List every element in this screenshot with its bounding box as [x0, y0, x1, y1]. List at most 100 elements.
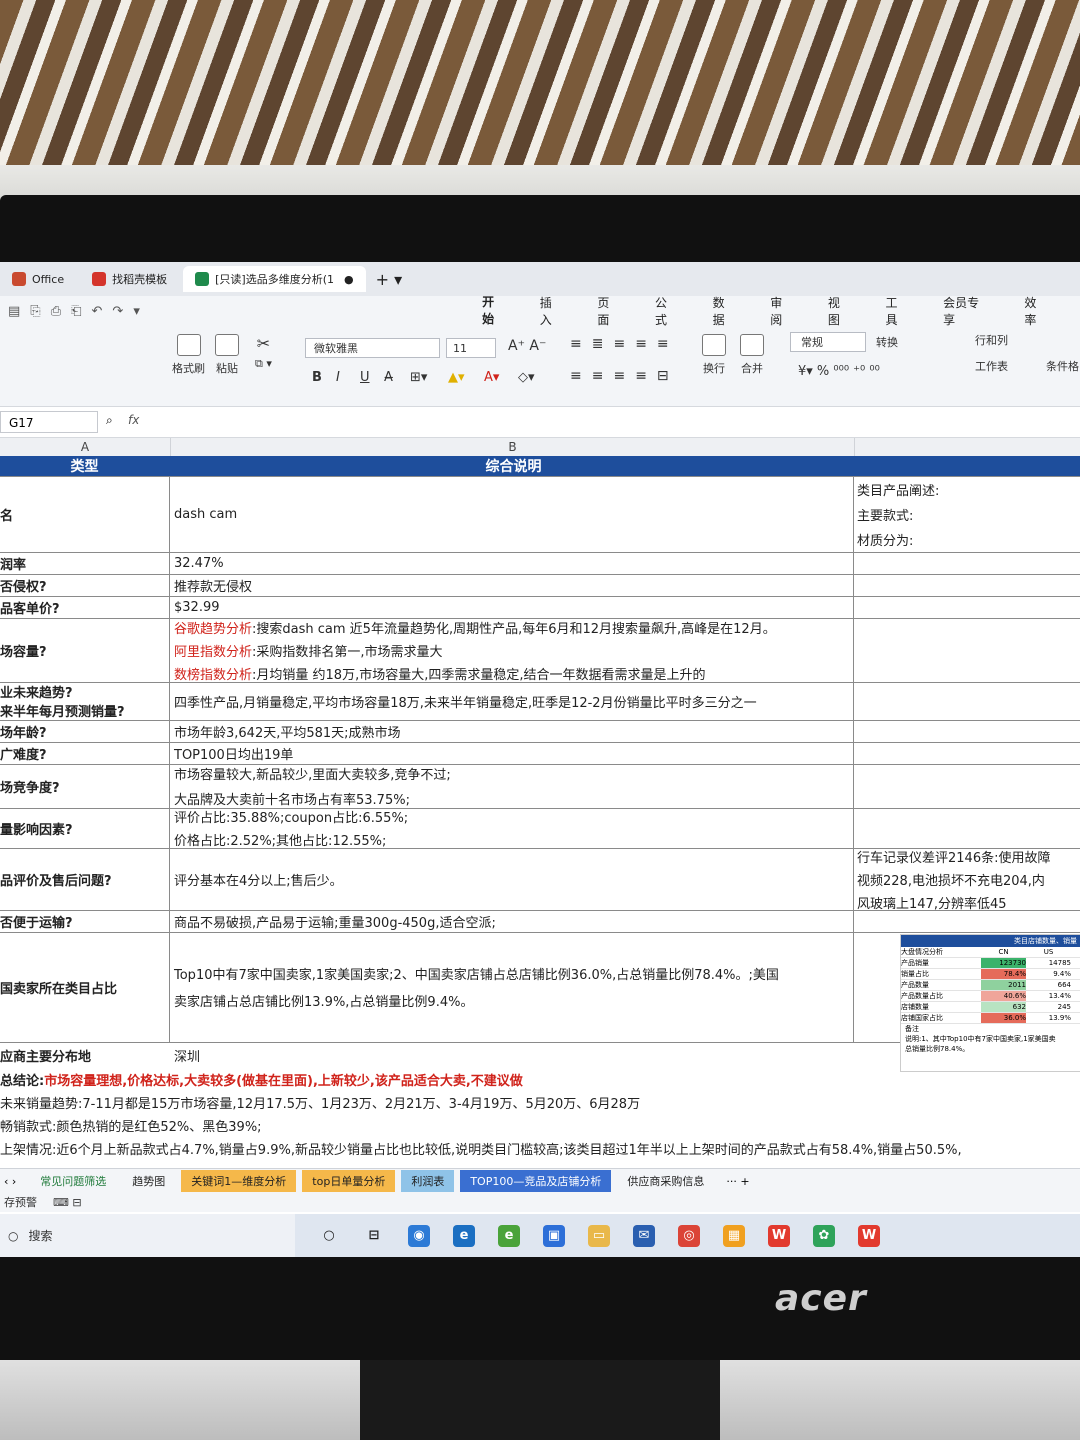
row-label[interactable]: 国卖家所在类目占比 [0, 932, 170, 1042]
embedded-stats-table[interactable]: 类目店铺数量、销量 大盘情况分析 CN US 产品销量 123730 14785 销… [900, 934, 1080, 1072]
dropdown-icon[interactable]: ▾ [133, 304, 140, 319]
row-label[interactable]: 广难度? [0, 742, 170, 764]
print-icon[interactable]: ⎙ [51, 304, 61, 319]
listing-line[interactable]: 上架情况:近6个月上新品款式占4.7%,销量占9.9%,新品较少销量占比也比较低… [0, 1139, 962, 1158]
sheet-tab[interactable]: top日单量分析 [302, 1170, 396, 1192]
cortana-icon[interactable]: ○ [318, 1225, 340, 1247]
row-label[interactable]: 否侵权? [0, 574, 170, 596]
green-app-icon[interactable]: ✿ [813, 1224, 835, 1247]
fill-color-button[interactable]: ▲▾ [448, 370, 465, 385]
status-icons[interactable]: ⌨ ⊟ [53, 1196, 82, 1209]
paste-button[interactable]: 粘贴 [215, 334, 239, 376]
merge-button[interactable]: 合并 [740, 334, 764, 376]
rows-cols-button[interactable]: 行和列 [975, 332, 1008, 348]
increase-font-icon[interactable]: A⁺ A⁻ [508, 338, 546, 354]
row-label[interactable]: 场容量? [0, 618, 170, 682]
row-value[interactable]: Top10中有7家中国卖家,1家美国卖家;2、中国卖家店铺占总店铺比例36.0%… [171, 932, 854, 1042]
row-note[interactable]: 类目产品阐述: 主要款式: 材质分为: [855, 476, 1080, 552]
font-color-button[interactable]: A▾ [484, 370, 499, 385]
name-box[interactable]: G17 [0, 411, 98, 433]
row-value[interactable]: 市场容量较大,新品较少,里面大卖较多,竞争不过; 大品牌及大卖前十名市场占有率5… [171, 764, 854, 808]
tab-close-icon[interactable]: ● [344, 273, 354, 286]
underline-button[interactable]: U [360, 370, 370, 385]
row-value[interactable]: dash cam [171, 476, 854, 552]
save-icon[interactable]: ▤ [8, 304, 20, 319]
currency-percent-buttons[interactable]: ¥▾ % ⁰⁰⁰ ⁺⁰ ⁰⁰ [798, 364, 880, 379]
zoom-icon[interactable]: ⌕ [106, 413, 113, 428]
format-painter-button[interactable]: 格式刷 [172, 334, 205, 376]
worksheet-button[interactable]: 工作表 [975, 358, 1008, 374]
row-label[interactable]: 名 [0, 476, 170, 552]
row-value[interactable]: 评分基本在4分以上;售后少。 [171, 848, 854, 910]
wps-office-icon[interactable]: W [858, 1224, 880, 1247]
function-icon[interactable]: fx [128, 413, 139, 427]
border-button[interactable]: ⊞▾ [410, 370, 427, 385]
sheet-nav-icon[interactable]: ‹ › [4, 1175, 16, 1188]
row-value[interactable]: 市场年龄3,642天,平均581天;成熟市场 [171, 720, 854, 742]
row-value[interactable]: 推荐款无侵权 [171, 574, 854, 596]
wrap-text-button[interactable]: 换行 [702, 334, 726, 376]
formula-input[interactable] [155, 411, 1055, 433]
align-horizontal-buttons[interactable]: ≡≡≡≡⊟ [570, 368, 679, 384]
row-label[interactable]: 场竞争度? [0, 764, 170, 808]
header-type[interactable]: 类型 [0, 456, 170, 476]
ie-icon[interactable]: e [498, 1224, 520, 1247]
row-value[interactable]: $32.99 [171, 596, 854, 618]
row-value[interactable]: 评价占比:35.88%;coupon占比:6.55%; 价格占比:2.52%;其… [171, 808, 854, 849]
column-header-b[interactable]: B [171, 438, 855, 456]
row-value[interactable]: 四季性产品,月销量稳定,平均市场容量18万,未来半年销量稳定,旺季是12-2月份… [171, 682, 854, 720]
bold-button[interactable]: B [312, 370, 322, 385]
more-sheets-button[interactable]: ··· + [726, 1175, 749, 1188]
print-preview-icon[interactable]: ⎗ [71, 304, 81, 319]
cut-button[interactable]: ✂ ⧉ ▾ [255, 334, 272, 371]
italic-button[interactable]: I [336, 370, 340, 385]
row-value[interactable]: 谷歌趋势分析:搜索dash cam 近5年流量趋势化,周期性产品,每年6月和12… [171, 618, 854, 683]
sheet-tab[interactable]: 关键词1—维度分析 [181, 1170, 297, 1192]
sheet-tab[interactable]: 常见问题筛选 [30, 1170, 116, 1192]
row-label[interactable]: 否便于运输? [0, 910, 170, 932]
row-label[interactable]: 业未来趋势? 来半年每月预测销量? [0, 682, 170, 720]
row-label[interactable]: 场年龄? [0, 720, 170, 742]
row-label[interactable]: 应商主要分布地 [0, 1042, 170, 1068]
edge-icon[interactable]: e [453, 1224, 475, 1247]
align-top-buttons[interactable]: ≡≣≡≡≡ [570, 336, 679, 352]
app-icon[interactable]: ▦ [723, 1224, 745, 1247]
wps-icon[interactable]: W [768, 1224, 790, 1247]
task-view-icon[interactable]: ⊟ [363, 1225, 385, 1247]
font-size-select[interactable]: 11 [446, 338, 496, 358]
undo-icon[interactable]: ↶ [92, 304, 103, 319]
conclusion-line[interactable]: 总结论:市场容量理想,价格达标,大卖较多(做基在里面),上新较少,该产品适合大卖… [0, 1070, 523, 1089]
taskbar-search[interactable]: ○ 搜索 [0, 1214, 295, 1257]
row-value[interactable]: 商品不易破损,产品易于运输;重量300g-450g,适合空派; [171, 910, 854, 932]
header-summary[interactable]: 综合说明 [171, 456, 854, 476]
mail-icon[interactable]: ✉ [633, 1224, 655, 1247]
redo-icon[interactable]: ↷ [112, 304, 123, 319]
sheet-tab[interactable]: TOP100—竞品及店铺分析 [460, 1170, 612, 1192]
row-label[interactable]: 量影响因素? [0, 808, 170, 848]
row-note[interactable]: 行车记录仪差评2146条:使用故障 视频228,电池损坏不充电204,内 风玻璃… [855, 848, 1080, 912]
chrome-icon[interactable]: ◎ [678, 1224, 700, 1247]
browser-icon[interactable]: ◉ [408, 1224, 430, 1247]
tab-spreadsheet[interactable]: [只读]选品多维度分析(1 ● [183, 266, 366, 292]
bestseller-line[interactable]: 畅销款式:颜色热销的是红色52%、黑色39%; [0, 1116, 262, 1135]
file-explorer-icon[interactable]: ▭ [588, 1224, 610, 1247]
new-tab-button[interactable]: + ▾ [376, 270, 403, 289]
convert-button[interactable]: 转换 [876, 334, 898, 350]
row-value[interactable]: 32.47% [171, 552, 854, 574]
store-icon[interactable]: ▣ [543, 1224, 565, 1247]
row-label[interactable]: 润率 [0, 552, 170, 574]
row-label[interactable]: 品评价及售后问题? [0, 848, 170, 910]
column-header-c[interactable] [855, 438, 1080, 456]
conditional-format-button[interactable]: 条件格 [1046, 358, 1079, 374]
export-icon[interactable]: ⎘ [30, 304, 40, 319]
tab-template[interactable]: 找稻壳模板 [80, 266, 179, 292]
strikethrough-button[interactable]: A̶ [384, 370, 393, 385]
column-header-a[interactable]: A [0, 438, 171, 456]
font-name-select[interactable]: 微软雅黑 [305, 338, 440, 358]
row-label[interactable]: 品客单价? [0, 596, 170, 618]
sheet-tab[interactable]: 利润表 [401, 1170, 455, 1192]
forecast-line[interactable]: 未来销量趋势:7-11月都是15万市场容量,12月17.5万、1月23万、2月2… [0, 1093, 640, 1112]
sheet-tab[interactable]: 趋势图 [122, 1170, 175, 1192]
row-value[interactable]: TOP100日均出19单 [171, 742, 854, 764]
tab-office[interactable]: Office [0, 266, 76, 292]
